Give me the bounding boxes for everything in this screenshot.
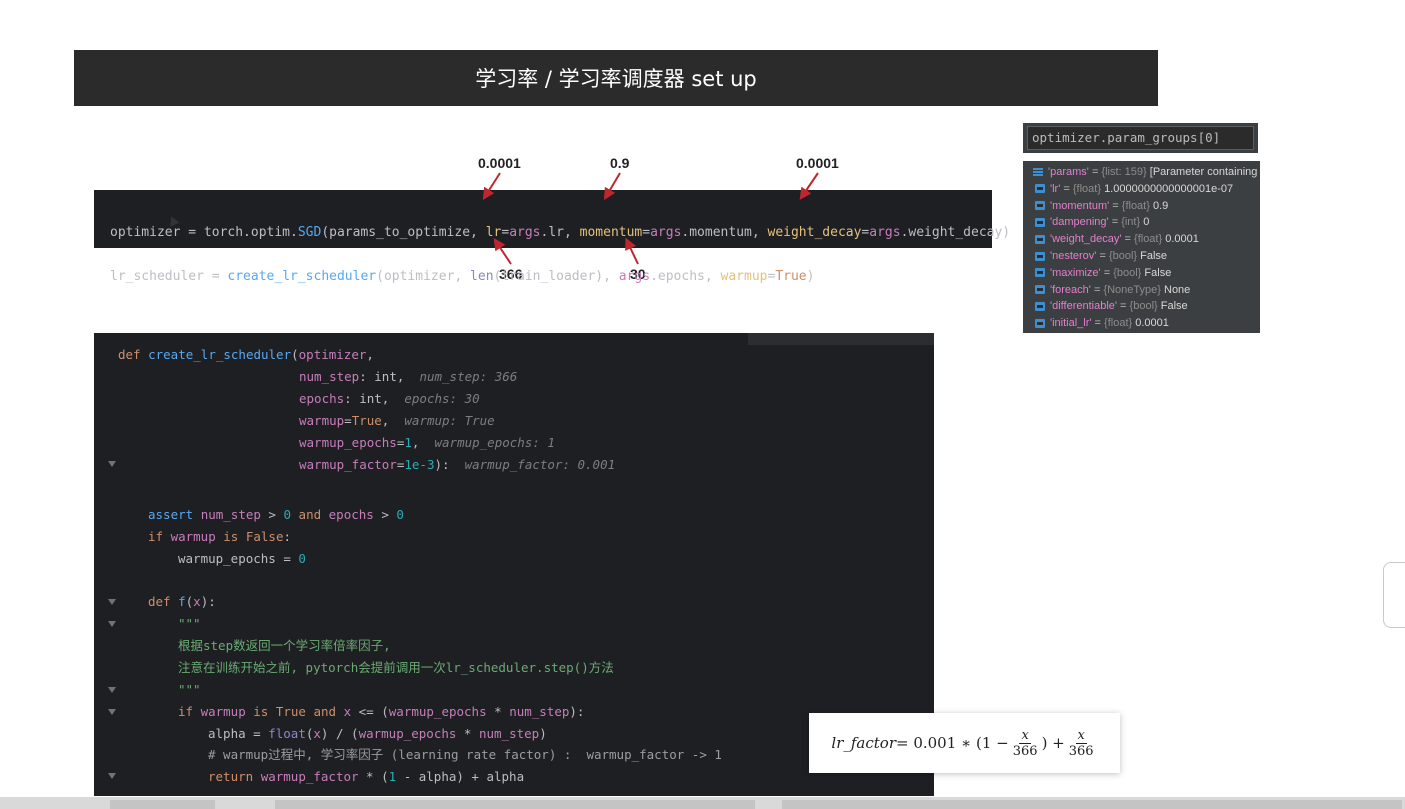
formula-fraction: x 366: [1012, 727, 1038, 759]
variable-value: False: [1160, 300, 1188, 313]
variable-value: False: [1144, 266, 1172, 279]
docstring-line: 根据step数返回一个学习率倍率因子,: [178, 638, 391, 653]
fold-icon[interactable]: [108, 599, 116, 607]
variable-key: 'maximize': [1050, 266, 1101, 279]
debugger-variable-row[interactable]: 'differentiable' = {bool} False: [1023, 298, 1260, 315]
annotation-lr: 0.0001: [478, 155, 521, 171]
docstring-line: 注意在训练开始之前, pytorch会提前调用一次lr_scheduler.st…: [178, 660, 614, 675]
debugger-variable-row[interactable]: 'params' = {list: 159} [Parameter contai…: [1023, 164, 1260, 181]
fold-icon[interactable]: [108, 773, 116, 781]
variable-key: 'nesterov': [1050, 249, 1097, 262]
code-line: return warmup_factor * (1 - alpha) + alp…: [208, 769, 525, 784]
field-variable-icon: [1035, 234, 1045, 244]
variable-value: None: [1164, 283, 1191, 296]
side-panel-handle[interactable]: [1383, 562, 1405, 628]
variable-key: 'differentiable': [1050, 300, 1117, 313]
formula-fraction: x 366: [1068, 727, 1094, 759]
annotation-momentum: 0.9: [610, 155, 630, 171]
debugger-variables: 'params' = {list: 159} [Parameter contai…: [1023, 161, 1260, 333]
variable-type: {float}: [1134, 233, 1163, 246]
field-variable-icon: [1035, 285, 1045, 295]
field-variable-icon: [1035, 201, 1045, 211]
scrollbar-segment: [782, 800, 1402, 809]
field-variable-icon: [1035, 217, 1045, 227]
variable-value: [Parameter containing: [1149, 166, 1258, 178]
code-line: num_step: int, num_step: 366: [299, 369, 518, 384]
code-line: warmup_epochs = 0: [178, 551, 306, 566]
variable-value: False: [1140, 249, 1168, 262]
variable-value: 0.0001: [1165, 233, 1199, 246]
docstring-line: """: [178, 616, 201, 631]
variable-value: 0.9: [1152, 199, 1169, 212]
code-line-optimizer: optimizer = torch.optim.SGD(params_to_op…: [110, 225, 1011, 240]
variable-key: 'dampening': [1050, 216, 1109, 229]
code-line: if warmup is False:: [148, 529, 292, 544]
debugger-variable-row[interactable]: 'foreach' = {NoneType} None: [1023, 282, 1260, 299]
debugger-variable-row[interactable]: 'momentum' = {float} 0.9: [1023, 198, 1260, 215]
code-line: warmup_epochs=1, warmup_epochs: 1: [299, 435, 555, 450]
debugger-variable-row[interactable]: 'maximize' = {bool} False: [1023, 265, 1260, 282]
variable-value: 0: [1143, 216, 1150, 229]
scrollbar-segment: [110, 800, 215, 809]
scrollbar-segment: [275, 800, 755, 809]
variable-key: 'weight_decay': [1050, 233, 1122, 246]
debugger-variable-row[interactable]: 'weight_decay' = {float} 0.0001: [1023, 231, 1260, 248]
debugger-expression-field[interactable]: optimizer.param_groups[0]: [1027, 126, 1254, 150]
code-line: def f(x):: [148, 594, 216, 609]
fold-icon[interactable]: [108, 687, 116, 695]
code-line-scheduler: lr_scheduler = create_lr_scheduler(optim…: [110, 269, 815, 284]
variable-type: {float}: [1104, 317, 1133, 330]
code-line: def create_lr_scheduler(optimizer,: [118, 347, 374, 362]
formula-box: lr_factor = 0.001 ∗ (1 − x 366 ) + x 366: [809, 713, 1120, 773]
field-variable-icon: [1035, 268, 1045, 278]
variable-key: 'momentum': [1050, 199, 1110, 212]
variable-type: {bool}: [1108, 249, 1138, 262]
code-line: assert num_step > 0 and epochs > 0: [148, 507, 404, 522]
variable-type: {bool}: [1113, 266, 1142, 279]
variable-type: {float}: [1121, 199, 1150, 212]
field-variable-icon: [1035, 301, 1045, 311]
fold-icon[interactable]: [108, 621, 116, 629]
variable-value: 1.0000000000000001e-07: [1104, 182, 1234, 195]
variable-key: 'params': [1048, 166, 1089, 178]
slide-title: 学习率 / 学习率调度器 set up: [74, 50, 1158, 106]
editor-gutter: [94, 333, 114, 796]
variable-type: {list: 159}: [1101, 166, 1147, 178]
annotation-weight-decay: 0.0001: [796, 155, 839, 171]
code-line: if warmup is True and x <= (warmup_epoch…: [178, 704, 585, 719]
variable-key: 'initial_lr': [1050, 317, 1092, 330]
code-line: warmup=True, warmup: True: [299, 413, 495, 428]
fold-icon[interactable]: [108, 709, 116, 717]
code-line: epochs: int, epochs: 30: [299, 391, 480, 406]
field-variable-icon: [1035, 318, 1045, 328]
code-snippet-optimizer: optimizer = torch.optim.SGD(params_to_op…: [94, 190, 1011, 284]
variable-type: {int}: [1121, 216, 1141, 229]
code-comment: # warmup过程中, 学习率因子 (learning rate factor…: [208, 747, 722, 762]
editor-tab-strip: [748, 333, 934, 345]
debugger-variable-row[interactable]: 'dampening' = {int} 0: [1023, 214, 1260, 231]
debugger-expression: optimizer.param_groups[0]: [1023, 123, 1258, 153]
variable-type: {NoneType}: [1103, 283, 1161, 296]
debugger-variable-row[interactable]: 'lr' = {float} 1.0000000000000001e-07: [1023, 181, 1260, 198]
fold-icon[interactable]: [108, 461, 116, 469]
variable-key: 'foreach': [1050, 283, 1091, 296]
debugger-variable-row[interactable]: 'initial_lr' = {float} 0.0001: [1023, 315, 1260, 332]
docstring-line: """: [178, 682, 201, 697]
formula-mid: ) +: [1041, 734, 1065, 752]
variable-type: {float}: [1072, 182, 1101, 195]
variable-key: 'lr': [1050, 182, 1061, 195]
code-line: alpha = float(x) / (warmup_epochs * num_…: [208, 726, 547, 741]
field-variable-icon: [1035, 184, 1045, 194]
code-editor: def create_lr_scheduler(optimizer, num_s…: [94, 333, 934, 796]
field-variable-icon: [1035, 251, 1045, 261]
list-variable-icon: [1033, 167, 1043, 177]
variable-value: 0.0001: [1135, 317, 1169, 330]
debugger-variable-row[interactable]: 'nesterov' = {bool} False: [1023, 248, 1260, 265]
formula-eq: = 0.001 ∗ (1 −: [895, 734, 1009, 752]
code-line: warmup_factor=1e-3): warmup_factor: 0.00…: [299, 457, 616, 472]
variable-type: {bool}: [1129, 300, 1158, 313]
formula-lhs: lr_factor: [831, 734, 896, 752]
